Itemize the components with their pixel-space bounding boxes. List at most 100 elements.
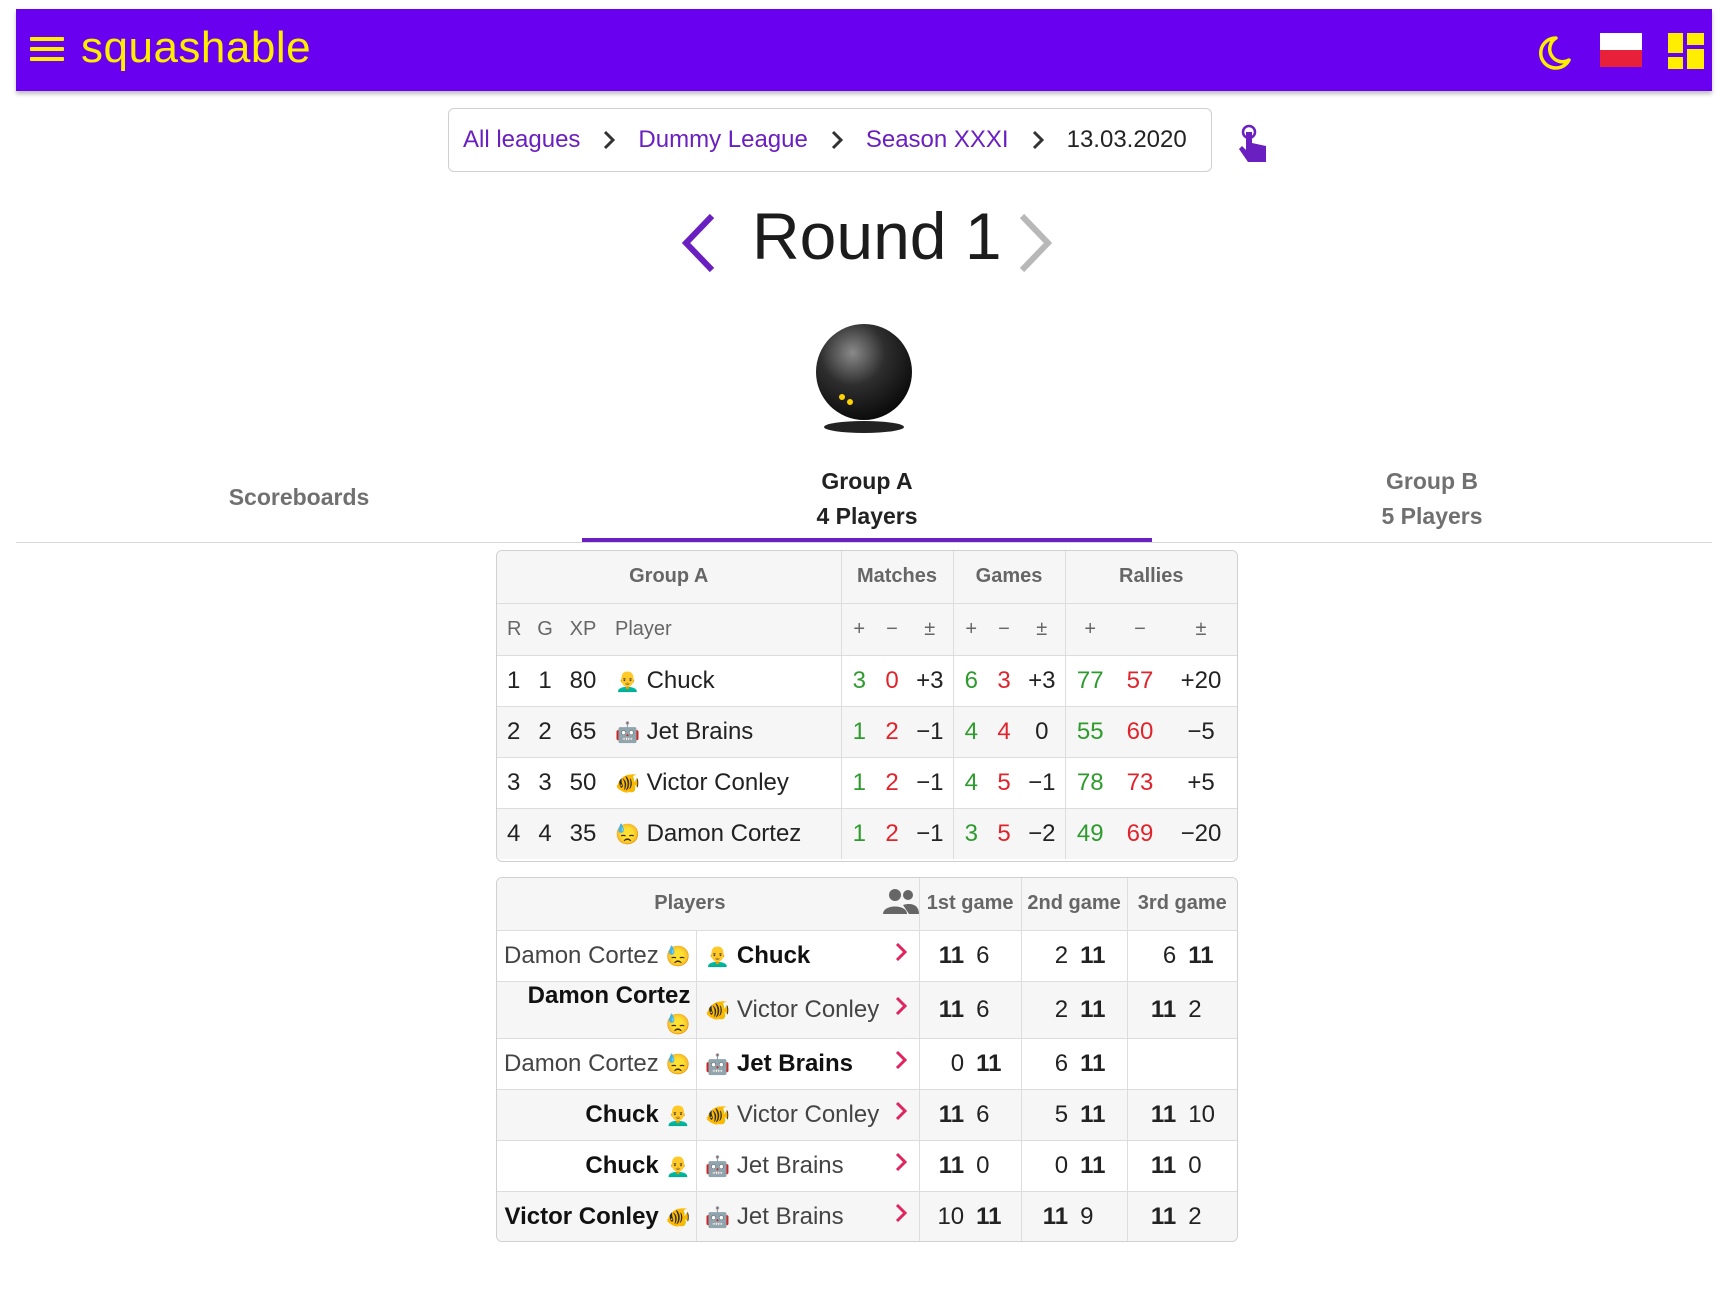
standings-card: Group A Matches Games Rallies R G XP Pla… (496, 550, 1238, 862)
chevron-right-icon (602, 129, 616, 151)
player1-avatar-icon: 🐠 (665, 1206, 691, 1229)
stat-gp: 6 (964, 666, 978, 694)
col-matches-minus: − (886, 617, 898, 640)
touch-icon[interactable] (1236, 124, 1270, 166)
match-row[interactable]: Chuck 👨‍🦲 🐠 Victor Conley 11 6 5 11 11 10 (497, 1089, 1237, 1140)
col-rallies-diff: ± (1195, 617, 1207, 640)
game2-header: 2nd game (1021, 878, 1128, 930)
stat-rm: 73 (1126, 768, 1154, 796)
breadcrumb-all-leagues[interactable]: All leagues (463, 126, 580, 154)
match-details-cell[interactable] (882, 1140, 920, 1191)
chevron-right-icon[interactable] (894, 995, 908, 1017)
player1-name: Victor Conley (504, 1202, 659, 1230)
stat-rp: 49 (1076, 819, 1104, 847)
tab-label: Group B (1386, 468, 1478, 494)
chevron-right-icon[interactable] (894, 1202, 908, 1224)
match-details-cell[interactable] (882, 1038, 920, 1089)
game3-score-cell: 11 10 (1127, 1089, 1237, 1140)
player-name[interactable]: Chuck (647, 667, 715, 694)
match-row[interactable]: Damon Cortez 😓 🤖 Jet Brains 0 11 6 11 (497, 1038, 1237, 1089)
game1-score-cell: 0 11 (919, 1038, 1022, 1089)
player2-name: Jet Brains (736, 1151, 844, 1179)
player1-cell: Victor Conley 🐠 (497, 1191, 698, 1241)
player-cell[interactable]: 👨‍🦲 Chuck (605, 655, 842, 706)
tab-scoreboards[interactable]: Scoreboards (16, 462, 582, 564)
score-player2: 11 (1080, 1151, 1106, 1179)
match-details-cell[interactable] (882, 981, 920, 1038)
game2-score-cell: 0 11 (1021, 1140, 1128, 1191)
match-details-cell[interactable] (882, 1191, 920, 1241)
player-cell[interactable]: 🤖 Jet Brains (605, 706, 842, 757)
player1-avatar-icon: 😓 (665, 1053, 691, 1076)
player2-name: Victor Conley (736, 1100, 880, 1128)
chevron-right-icon[interactable] (894, 1151, 908, 1173)
breadcrumb-season[interactable]: Season XXXI (866, 126, 1009, 154)
score-player2: 0 (976, 1151, 990, 1179)
chevron-right-icon (1031, 129, 1045, 151)
score-player1: 10 (937, 1202, 965, 1230)
player-avatar-icon: 🐠 (615, 772, 640, 795)
standings-table: Group A Matches Games Rallies R G XP Pla… (497, 551, 1237, 859)
next-round-chevron-icon[interactable] (1012, 210, 1058, 276)
tab-group-b[interactable]: Group B 5 Players (1152, 462, 1712, 548)
score-player2: 11 (976, 1202, 1002, 1230)
xp-cell: 65 (569, 717, 597, 745)
player1-cell: Damon Cortez 😓 (497, 981, 698, 1038)
match-details-cell[interactable] (882, 1089, 920, 1140)
rank-cell: 3 (507, 768, 521, 796)
player-cell[interactable]: 😓 Damon Cortez (605, 808, 842, 859)
player1-avatar-icon: 😓 (665, 945, 691, 968)
menu-icon[interactable] (30, 37, 64, 63)
player-name[interactable]: Victor Conley (647, 769, 789, 796)
stat-gm: 5 (997, 819, 1011, 847)
player-avatar-icon: 🤖 (615, 721, 640, 744)
tab-group-a[interactable]: Group A 4 Players (582, 462, 1152, 548)
group-tabs: Scoreboards Group A 4 Players Group B 5 … (16, 462, 1712, 543)
rank-cell: 1 (507, 666, 521, 694)
player2-avatar-icon: 🤖 (705, 1155, 731, 1178)
match-row[interactable]: Victor Conley 🐠 🤖 Jet Brains 10 11 11 9 11 2 (497, 1191, 1237, 1241)
match-row[interactable]: Damon Cortez 😓 👨‍🦲 Chuck 11 6 2 11 6 11 (497, 930, 1237, 981)
players-header: Players (497, 878, 883, 930)
chevron-right-icon[interactable] (894, 1100, 908, 1122)
dashboard-icon[interactable] (1668, 33, 1704, 69)
chevron-right-icon[interactable] (894, 1049, 908, 1071)
poland-flag-icon[interactable] (1600, 33, 1642, 67)
player2-name: Jet Brains (736, 1049, 853, 1077)
player-cell[interactable]: 🐠 Victor Conley (605, 757, 842, 808)
brand-title[interactable]: squashable (81, 23, 311, 73)
player-name[interactable]: Damon Cortez (647, 820, 802, 847)
rank-cell: 4 (507, 819, 521, 847)
score-player1: 11 (938, 1100, 965, 1128)
score-player2: 6 (976, 1100, 990, 1128)
stat-md: +3 (907, 655, 954, 706)
game1-score-cell: 10 11 (919, 1191, 1022, 1241)
previous-round-chevron-icon[interactable] (676, 210, 722, 276)
score-player2: 11 (1080, 941, 1106, 969)
game1-score-cell: 11 6 (919, 930, 1022, 981)
breadcrumb-current-date: 13.03.2020 (1066, 126, 1187, 153)
stat-rm: 60 (1126, 717, 1154, 745)
player-name[interactable]: Jet Brains (647, 718, 754, 745)
results-card: Players 1st game 2nd game 3rd game Damon… (496, 877, 1238, 1242)
games-header: Games (953, 551, 1066, 603)
score-player1: 11 (938, 941, 965, 969)
match-row[interactable]: Damon Cortez 😓 🐠 Victor Conley 11 6 2 11 11 2 (497, 981, 1237, 1038)
player1-avatar-icon: 👨‍🦲 (665, 1104, 691, 1127)
score-player2: 0 (1188, 1151, 1202, 1179)
moon-icon[interactable] (1534, 33, 1574, 73)
score-player1: 2 (1054, 995, 1069, 1023)
stat-gp: 4 (964, 768, 978, 796)
player2-name: Chuck (736, 941, 811, 969)
game2-score-cell: 2 11 (1021, 981, 1128, 1038)
score-player2: 11 (1080, 995, 1106, 1023)
chevron-right-icon[interactable] (894, 941, 908, 963)
col-matches-plus: + (853, 617, 866, 640)
match-details-cell[interactable] (882, 930, 920, 981)
score-player2: 6 (976, 941, 990, 969)
match-row[interactable]: Chuck 👨‍🦲 🤖 Jet Brains 11 0 0 11 11 0 (497, 1140, 1237, 1191)
breadcrumb-league[interactable]: Dummy League (638, 126, 807, 154)
standings-row: 1 1 80 👨‍🦲 Chuck 3 0 +3 6 3 +3 77 57 +20 (497, 655, 1237, 706)
stat-rd: +5 (1187, 768, 1215, 796)
player2-cell: 🤖 Jet Brains (697, 1038, 883, 1089)
